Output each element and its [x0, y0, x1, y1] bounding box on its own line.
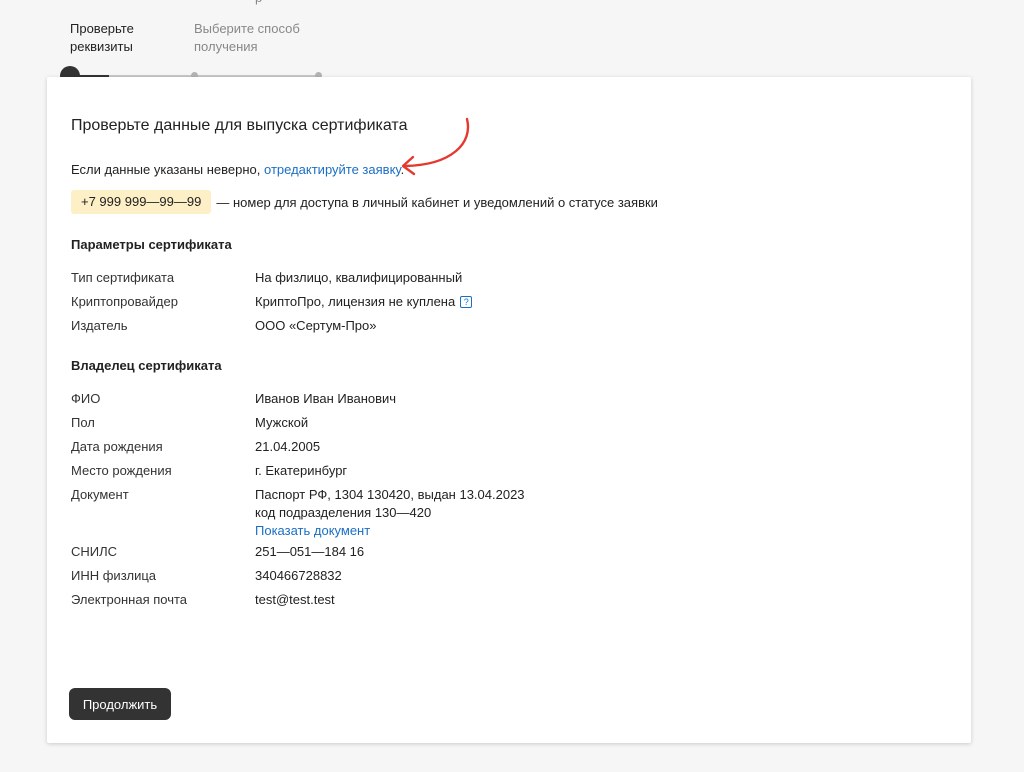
phone-description: — номер для доступа в личный кабинет и у…: [216, 194, 658, 210]
row-value: test@test.test: [255, 592, 335, 607]
annotation-arrow-icon: [401, 117, 470, 176]
row-value: 340466728832: [255, 568, 342, 583]
phone-badge: +7 999 999—99—99: [71, 190, 212, 214]
main-card: Проверьте данные для выпуска сертификата…: [47, 77, 971, 743]
document-line-2: код подразделения 130—420: [255, 505, 432, 520]
row-label: ФИО: [71, 391, 101, 406]
cert-param-row: Издатель ООО «Сертум-Про»: [71, 317, 377, 335]
owner-row: ИНН физлица 340466728832: [71, 567, 342, 585]
owner-row: Место рождения г. Екатеринбург: [71, 462, 347, 480]
edit-notice: Если данные указаны неверно, отредактиру…: [71, 162, 404, 177]
cert-param-row: Криптопровайдер КриптоПро, лицензия не к…: [71, 293, 473, 311]
cert-params-title: Параметры сертификата: [71, 237, 232, 252]
owner-row: Документ Паспорт РФ, 1304 130420, выдан …: [71, 486, 525, 540]
row-value: 251—051—184 16: [255, 544, 365, 559]
owner-title: Владелец сертификата: [71, 358, 222, 373]
owner-row: Электронная почта test@test.test: [71, 591, 335, 609]
edit-application-link[interactable]: отредактируйте заявку: [264, 162, 401, 177]
step-label-cut: р: [255, 0, 262, 5]
row-value: 21.04.2005: [255, 439, 321, 454]
row-value: Мужской: [255, 415, 309, 430]
row-value: Иванов Иван Иванович: [255, 391, 397, 406]
show-document-link[interactable]: Показать документ: [255, 523, 370, 538]
row-label: СНИЛС: [71, 544, 118, 559]
row-value-wrap: КриптоПро, лицензия не куплена?: [255, 293, 473, 311]
row-label: ИНН физлица: [71, 568, 157, 583]
help-icon[interactable]: ?: [460, 296, 473, 308]
page-title: Проверьте данные для выпуска сертификата: [71, 117, 408, 134]
step-1-label[interactable]: Проверьте реквизиты: [70, 20, 134, 56]
continue-button[interactable]: Продолжить: [69, 688, 171, 720]
row-label: Тип сертификата: [71, 270, 175, 285]
row-value: г. Екатеринбург: [255, 463, 348, 478]
row-value: КриптоПро, лицензия не куплена: [255, 294, 456, 309]
row-label: Место рождения: [71, 463, 172, 478]
owner-row: Пол Мужской: [71, 414, 308, 432]
row-label: Криптопровайдер: [71, 294, 178, 309]
step-2-label[interactable]: Выберите способ получения: [194, 20, 300, 56]
notice-text: Если данные указаны неверно,: [71, 162, 264, 177]
row-label: Издатель: [71, 318, 128, 333]
owner-row: ФИО Иванов Иван Иванович: [71, 390, 396, 408]
row-label: Пол: [71, 415, 95, 430]
row-label: Документ: [71, 487, 129, 502]
row-label: Дата рождения: [71, 439, 163, 454]
cert-param-row: Тип сертификата На физлицо, квалифициров…: [71, 269, 462, 287]
row-label: Электронная почта: [71, 592, 188, 607]
owner-row: СНИЛС 251—051—184 16: [71, 543, 364, 561]
phone-row: +7 999 999—99—99 — номер для доступа в л…: [71, 190, 658, 214]
owner-row: Дата рождения 21.04.2005: [71, 438, 320, 456]
row-value: ООО «Сертум-Про»: [255, 318, 377, 333]
row-value: На физлицо, квалифицированный: [255, 270, 463, 285]
document-line-1: Паспорт РФ, 1304 130420, выдан 13.04.202…: [255, 487, 525, 502]
document-value: Паспорт РФ, 1304 130420, выдан 13.04.202…: [255, 486, 525, 540]
